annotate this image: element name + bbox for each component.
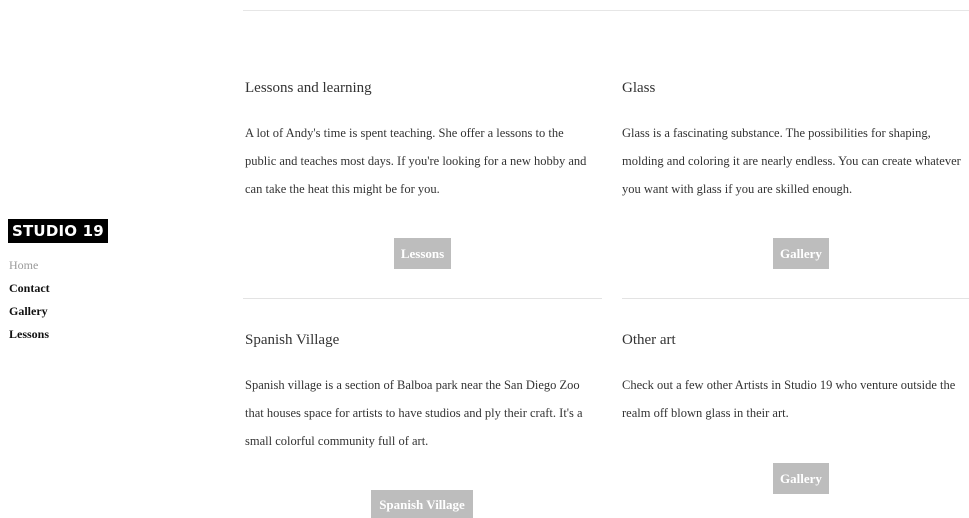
site-logo[interactable]: STUDIO 19 <box>8 219 108 243</box>
nav-item-gallery[interactable]: Gallery <box>9 304 118 319</box>
section-title: Spanish Village <box>245 332 340 348</box>
section-lessons: Lessons and learning A lot of Andy's tim… <box>245 79 605 203</box>
section-spanish-village: Spanish Village Spanish village is a sec… <box>245 331 605 455</box>
lessons-button[interactable]: Lessons <box>394 238 451 269</box>
glass-gallery-button[interactable]: Gallery <box>773 238 829 269</box>
nav-item-home[interactable]: Home <box>9 258 118 273</box>
top-divider <box>243 10 969 11</box>
section-body: Spanish village is a section of Balboa p… <box>245 378 583 448</box>
main-nav: Home Contact Gallery Lessons <box>9 258 118 342</box>
divider-right <box>622 298 969 299</box>
section-glass: Glass Glass is a fascinating substance. … <box>622 79 969 203</box>
section-body: Glass is a fascinating substance. The po… <box>622 126 961 196</box>
nav-item-contact[interactable]: Contact <box>9 281 118 296</box>
spanish-village-button[interactable]: Spanish Village <box>371 490 473 518</box>
section-title: Glass <box>622 80 656 96</box>
section-title: Other art <box>622 332 676 348</box>
page: STUDIO 19 Home Contact Gallery Lessons L… <box>0 0 969 518</box>
section-other-art: Other art Check out a few other Artists … <box>622 331 969 427</box>
nav-item-lessons[interactable]: Lessons <box>9 327 118 342</box>
section-title: Lessons and learning <box>245 80 372 96</box>
sidebar: STUDIO 19 Home Contact Gallery Lessons <box>8 219 118 350</box>
divider-left <box>243 298 602 299</box>
section-body: Check out a few other Artists in Studio … <box>622 378 956 420</box>
section-body: A lot of Andy's time is spent teaching. … <box>245 126 587 196</box>
other-art-gallery-button[interactable]: Gallery <box>773 463 829 494</box>
